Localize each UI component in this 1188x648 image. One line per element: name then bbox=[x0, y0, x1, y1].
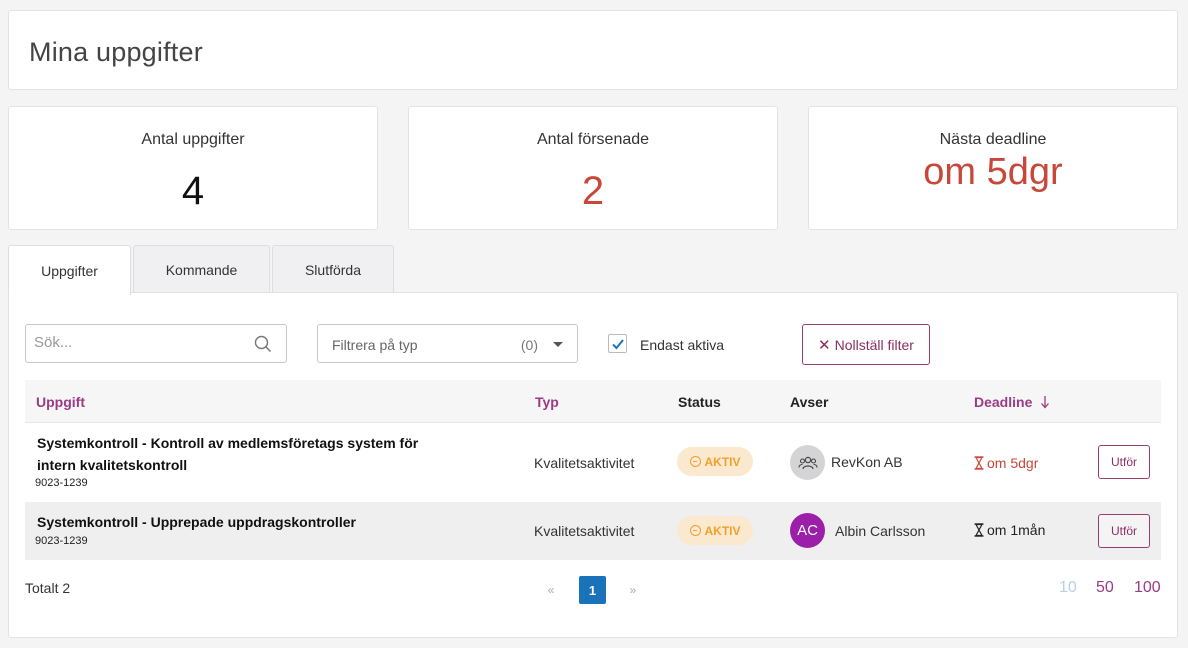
avatar bbox=[790, 445, 825, 480]
stat-value: om 5dgr bbox=[923, 151, 1063, 193]
task-title: Systemkontroll - Kontroll av medlemsföre… bbox=[37, 432, 418, 476]
close-icon: ✕ bbox=[818, 336, 831, 354]
stat-card-overdue-count: Antal försenade 2 bbox=[408, 106, 778, 230]
minus-circle-icon bbox=[689, 456, 701, 467]
stat-card-next-deadline: Nästa deadline om 5dgr bbox=[808, 106, 1178, 230]
stat-label: Antal uppgifter bbox=[141, 131, 245, 148]
column-header-task[interactable]: Uppgift bbox=[36, 394, 85, 410]
tab-slutforda[interactable]: Slutförda bbox=[272, 245, 394, 293]
perform-button[interactable]: Utför bbox=[1098, 445, 1150, 479]
deadline-text: om 5dgr bbox=[987, 455, 1039, 471]
page-header: Mina uppgifter bbox=[8, 10, 1178, 90]
table-row: Systemkontroll - Kontroll av medlemsföre… bbox=[25, 423, 1161, 502]
task-code: 9023-1239 bbox=[35, 477, 88, 489]
table-row: Systemkontroll - Upprepade uppdragskontr… bbox=[25, 502, 1161, 560]
pagination-next[interactable]: » bbox=[623, 576, 643, 604]
caret-down-icon bbox=[553, 342, 563, 347]
type-filter-select[interactable]: Filtrera på typ (0) bbox=[317, 324, 578, 363]
stat-value: 4 bbox=[181, 169, 205, 213]
tab-kommande[interactable]: Kommande bbox=[133, 245, 270, 293]
sort-descending-icon bbox=[1041, 396, 1050, 409]
task-type: Kvalitetsaktivitet bbox=[534, 523, 635, 539]
search-box bbox=[25, 324, 287, 363]
column-header-status: Status bbox=[678, 394, 721, 410]
task-code: 9023-1239 bbox=[35, 535, 88, 547]
page-title: Mina uppgifter bbox=[29, 37, 203, 67]
minus-circle-icon bbox=[689, 525, 701, 536]
reset-filter-button[interactable]: ✕ Nollställ filter bbox=[802, 324, 930, 365]
perform-button[interactable]: Utför bbox=[1098, 514, 1150, 548]
hourglass-icon bbox=[974, 523, 984, 537]
page-size-10[interactable]: 10 bbox=[1059, 579, 1077, 597]
column-header-deadline[interactable]: Deadline bbox=[974, 394, 1050, 410]
page-size-100[interactable]: 100 bbox=[1134, 579, 1161, 597]
status-badge: AKTIV bbox=[677, 447, 753, 476]
search-input[interactable] bbox=[34, 334, 244, 351]
search-icon[interactable] bbox=[254, 335, 272, 358]
stat-value: 2 bbox=[581, 169, 605, 213]
stat-card-task-count: Antal uppgifter 4 bbox=[8, 106, 378, 230]
only-active-label: Endast aktiva bbox=[640, 337, 725, 353]
type-filter-count: (0) bbox=[520, 337, 538, 353]
column-header-regarding: Avser bbox=[790, 394, 829, 410]
task-type: Kvalitetsaktivitet bbox=[534, 455, 635, 471]
deadline-cell: om 5dgr bbox=[974, 455, 1038, 471]
column-header-type[interactable]: Typ bbox=[535, 394, 559, 410]
regarding-name: Albin Carlsson bbox=[835, 523, 926, 539]
type-filter-placeholder: Filtrera på typ bbox=[332, 337, 418, 353]
avatar: AC bbox=[790, 513, 825, 548]
checkmark-icon bbox=[612, 339, 624, 350]
stat-label: Nästa deadline bbox=[939, 131, 1047, 148]
task-title-line: intern kvalitetskontroll bbox=[37, 457, 188, 473]
tab-uppgifter[interactable]: Uppgifter bbox=[8, 245, 131, 295]
task-title-line: Systemkontroll - Kontroll av medlemsföre… bbox=[37, 435, 419, 451]
status-badge-label: AKTIV bbox=[704, 454, 741, 469]
reset-filter-label: Nollställ filter bbox=[834, 336, 914, 353]
task-title-line: Systemkontroll - Upprepade uppdragskontr… bbox=[37, 514, 356, 530]
status-badge: AKTIV bbox=[677, 516, 753, 545]
group-icon bbox=[797, 456, 818, 469]
stat-label: Antal försenade bbox=[536, 131, 650, 148]
deadline-cell: om 1mån bbox=[974, 522, 1045, 538]
hourglass-icon bbox=[974, 456, 984, 470]
status-badge-label: AKTIV bbox=[704, 523, 741, 538]
pagination-prev[interactable]: « bbox=[541, 576, 561, 604]
task-title: Systemkontroll - Upprepade uppdragskontr… bbox=[37, 511, 356, 533]
deadline-text: om 1mån bbox=[987, 522, 1046, 538]
column-header-deadline-label: Deadline bbox=[974, 394, 1033, 410]
page-size-50[interactable]: 50 bbox=[1096, 579, 1114, 597]
regarding-name: RevKon AB bbox=[831, 454, 903, 470]
only-active-checkbox[interactable] bbox=[608, 334, 627, 353]
total-count: Totalt 2 bbox=[25, 580, 71, 596]
pagination-current-page[interactable]: 1 bbox=[579, 576, 606, 604]
table-header: Uppgift Typ Status Avser Deadline bbox=[25, 380, 1161, 423]
